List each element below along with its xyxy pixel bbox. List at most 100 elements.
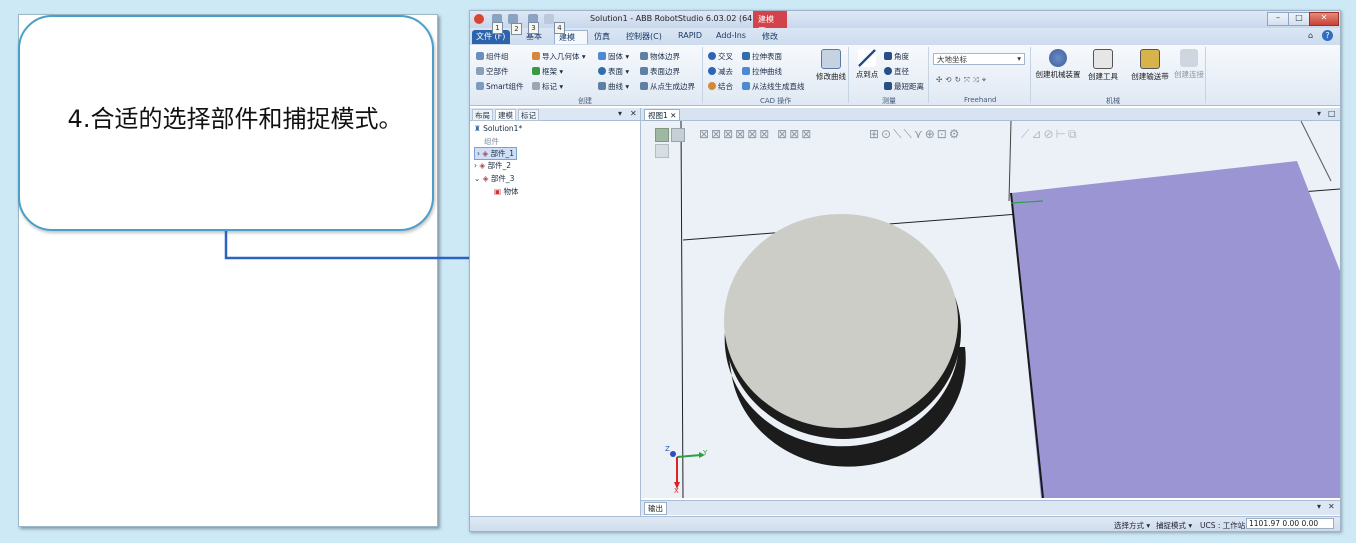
- smart-component-button[interactable]: Smart组件: [476, 81, 524, 92]
- group-separator: [928, 47, 929, 103]
- snap-mode-icons[interactable]: ⊞⊙⟍⟍⋎⊕⊡⚙: [869, 127, 962, 142]
- coordinates-field: 1101.97 0.00 0.00: [1246, 518, 1334, 529]
- tab-file[interactable]: 文件 (F): [472, 30, 510, 44]
- pane-close-icon[interactable]: ✕: [630, 109, 637, 118]
- tag-button[interactable]: 标记 ▾: [532, 81, 563, 92]
- union-button[interactable]: 结合: [708, 81, 733, 92]
- app-logo-icon[interactable]: [474, 14, 484, 24]
- import-geometry-button[interactable]: 导入几何体 ▾: [532, 51, 586, 62]
- restore-button[interactable]: □: [1288, 12, 1310, 26]
- curve-button[interactable]: 曲线 ▾: [598, 81, 629, 92]
- tab-rapid[interactable]: RAPID: [674, 30, 706, 44]
- group-label-create: 创建: [578, 97, 592, 105]
- ribbon-tabbar: 文件 (F) 基本 1 建模 2 仿真 3 控制器(C) RAPID Add-Ins …: [470, 22, 1340, 45]
- output-bar: 输出 ▾ ✕: [641, 500, 1340, 515]
- tree-item-part3[interactable]: ⌄ ◈ 部件_3: [474, 173, 514, 184]
- help-icon[interactable]: ?: [1322, 30, 1333, 41]
- select-body-icon[interactable]: [671, 128, 685, 142]
- empty-part-button[interactable]: 空部件: [476, 66, 509, 77]
- group-separator: [1205, 47, 1206, 103]
- selection-level-icons[interactable]: ⊠⊠⊠⊠⊠⊠ ⊠⊠⊠: [699, 127, 813, 141]
- ribbon: 组件组 空部件 Smart组件 导入几何体 ▾ 框架 ▾ 标记 ▾ 固体 ▾ 表…: [470, 45, 1340, 106]
- axis-label-z: Z: [665, 445, 670, 453]
- group-label-mechanism: 机械: [1106, 97, 1120, 105]
- customize-qat-icon[interactable]: [544, 14, 554, 24]
- ucs-label: UCS : 工作站: [1200, 521, 1246, 530]
- axis-label-x: X: [674, 487, 679, 495]
- intersect-button[interactable]: 交叉: [708, 51, 733, 62]
- 3d-viewport[interactable]: Y X Z ⊠⊠⊠⊠⊠⊠ ⊠⊠⊠ ⊞⊙⟍⟍⋎⊕⊡⚙ ⟋⊿⊘⊢⧉: [641, 121, 1340, 498]
- output-pin-icon[interactable]: ▾: [1317, 502, 1321, 511]
- tab-close-icon[interactable]: ✕: [670, 111, 676, 120]
- output-close-icon[interactable]: ✕: [1328, 502, 1335, 511]
- group-label-cad: CAD 操作: [760, 97, 792, 105]
- frame-combo[interactable]: 大地坐标 ▾: [933, 53, 1025, 65]
- component-group-button[interactable]: 组件组: [476, 51, 509, 62]
- tree-item-part2[interactable]: › ◈ 部件_2: [474, 160, 511, 171]
- window-title: Solution1 - ABB RobotStudio 6.03.02 (64.…: [590, 14, 760, 23]
- border-from-points-button[interactable]: 从点生成边界: [640, 81, 695, 92]
- layout-pane-tabs: 布局 建模 标记 ▾ ✕: [470, 108, 640, 121]
- part-icon: ◈: [479, 161, 486, 170]
- station-icon: ♜: [474, 124, 481, 133]
- ribbon-minimize-icon[interactable]: ⌂: [1308, 31, 1313, 40]
- part-icon: ◈: [482, 149, 489, 158]
- tab-output[interactable]: 输出: [644, 502, 667, 515]
- freehand-tools-icons[interactable]: ✣⟲↻⤧⤨⌖: [936, 75, 989, 85]
- create-mechanism-button[interactable]: 创建机械装置: [1031, 49, 1085, 80]
- collapse-icon[interactable]: ⌄: [474, 174, 480, 183]
- subtract-button[interactable]: 减去: [708, 66, 733, 77]
- expand-icon[interactable]: ›: [477, 149, 480, 158]
- diameter-button[interactable]: 直径: [884, 66, 909, 77]
- frame-button[interactable]: 框架 ▾: [532, 66, 563, 77]
- surface-border-button[interactable]: 表面边界: [640, 66, 680, 77]
- create-joint-button[interactable]: 创建连接: [1164, 49, 1214, 80]
- cylinder-top[interactable]: [724, 214, 958, 428]
- body-border-button[interactable]: 物体边界: [640, 51, 680, 62]
- tree-item-body[interactable]: ▣ 物体: [494, 186, 518, 197]
- solid-button[interactable]: 固体 ▾: [598, 51, 629, 62]
- title-bar: Solution1 - ABB RobotStudio 6.03.02 (64.…: [470, 11, 1340, 35]
- part-icon: ◈: [482, 174, 489, 183]
- extrude-surface-button[interactable]: 拉伸表面: [742, 51, 782, 62]
- tree-root[interactable]: ♜ Solution1*: [474, 124, 522, 133]
- pane-pin-icon[interactable]: ▾: [618, 109, 622, 118]
- tab-layout[interactable]: 布局: [472, 109, 493, 121]
- layout-pane: 布局 建模 标记 ▾ ✕ ♜ Solution1* 组件 › ◈ 部件_1 › …: [470, 108, 641, 516]
- view-pane: 视图1 ✕ ▾ □ Y X Z ⊠⊠⊠⊠⊠⊠ ⊠⊠⊠ ⊞⊙⟍⟍⋎⊕⊡⚙ ⟋⊿⊘⊢…: [641, 108, 1340, 498]
- scene: [670, 121, 1340, 498]
- min-distance-button[interactable]: 最短距离: [884, 81, 924, 92]
- robotstudio-window: Solution1 - ABB RobotStudio 6.03.02 (64.…: [469, 10, 1341, 532]
- close-button[interactable]: ✕: [1309, 12, 1339, 26]
- surface-button[interactable]: 表面 ▾: [598, 66, 629, 77]
- group-label-freehand: Freehand: [964, 96, 997, 104]
- view-tabbar: 视图1 ✕ ▾ □: [641, 108, 1340, 121]
- tab-tags[interactable]: 标记: [518, 109, 539, 121]
- view-maximize-icon[interactable]: □: [1328, 109, 1336, 118]
- axis-label-y: Y: [703, 449, 708, 457]
- body-icon: ▣: [494, 187, 502, 196]
- box-face[interactable]: [1011, 161, 1340, 498]
- select-part-icon[interactable]: [655, 128, 669, 142]
- group-label-measure: 测量: [882, 97, 896, 105]
- snap-mode-dropdown[interactable]: 捕捉模式 ▾: [1156, 520, 1192, 531]
- line-from-normal-button[interactable]: 从法线生成直线: [742, 81, 805, 92]
- tab-modify[interactable]: 修改 4: [554, 22, 782, 44]
- group-separator: [702, 47, 703, 103]
- selection-mode-dropdown[interactable]: 选择方式 ▾: [1114, 520, 1150, 531]
- tab-modeling-pane[interactable]: 建模: [495, 109, 516, 121]
- tab-view1[interactable]: 视图1 ✕: [644, 109, 681, 121]
- view-pin-icon[interactable]: ▾: [1317, 109, 1321, 118]
- measure-tool-icons[interactable]: ⟋⊿⊘⊢⧉: [1021, 127, 1079, 142]
- angle-button[interactable]: 角度: [884, 51, 909, 62]
- select-option-icon[interactable]: [655, 144, 669, 158]
- tree-item-part1[interactable]: › ◈ 部件_1: [474, 147, 518, 160]
- tree-section-components: 组件: [484, 137, 499, 146]
- extrude-curve-button[interactable]: 拉伸曲线: [742, 66, 782, 77]
- create-tool-button[interactable]: 创建工具: [1078, 49, 1128, 82]
- minimize-button[interactable]: –: [1267, 12, 1289, 26]
- tab-addins[interactable]: Add-Ins: [712, 30, 750, 44]
- expand-icon[interactable]: ›: [474, 161, 477, 170]
- tab-controller[interactable]: 控制器(C): [622, 30, 666, 44]
- tab-simulation[interactable]: 仿真 3: [528, 22, 614, 44]
